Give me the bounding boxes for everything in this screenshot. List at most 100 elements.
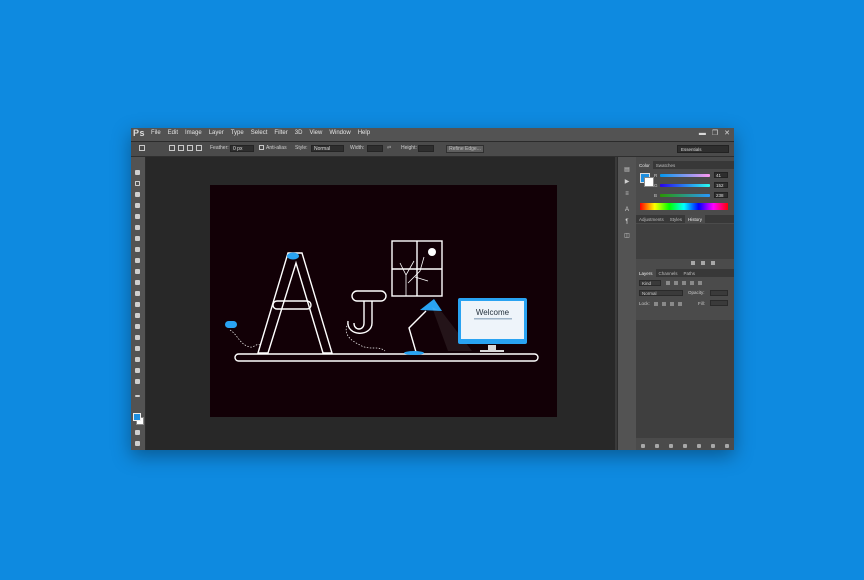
type-filter-icon[interactable] bbox=[682, 281, 686, 285]
b-value[interactable]: 238 bbox=[714, 192, 728, 198]
tab-paths[interactable]: Paths bbox=[681, 269, 699, 277]
lock-pixels-icon[interactable] bbox=[662, 302, 666, 306]
swap-dimensions-icon[interactable]: ⇄ bbox=[387, 145, 391, 151]
feather-input[interactable]: 0 px bbox=[230, 145, 254, 152]
healing-brush-tool-icon[interactable] bbox=[134, 235, 142, 242]
history-panel-icon[interactable]: ▤ bbox=[623, 167, 631, 174]
menu-layer[interactable]: Layer bbox=[209, 130, 224, 136]
lock-all-icon[interactable] bbox=[678, 302, 682, 306]
tab-styles[interactable]: Styles bbox=[667, 215, 685, 223]
refine-edge-button[interactable]: Refine Edge... bbox=[446, 145, 484, 153]
minimize-button[interactable]: ▬ bbox=[699, 130, 706, 138]
eyedropper-tool-icon[interactable] bbox=[134, 224, 142, 231]
camera-icon[interactable] bbox=[701, 261, 705, 265]
lock-transparent-icon[interactable] bbox=[654, 302, 658, 306]
crop-tool-icon[interactable] bbox=[134, 213, 142, 220]
menu-3d[interactable]: 3D bbox=[295, 130, 303, 136]
intersect-selection-icon[interactable] bbox=[196, 145, 202, 151]
canvas-area[interactable]: Welcome bbox=[146, 157, 615, 450]
marquee-tool-icon[interactable] bbox=[139, 145, 145, 151]
layer-style-icon[interactable] bbox=[655, 443, 659, 448]
blur-tool-icon[interactable] bbox=[134, 301, 142, 308]
b-slider[interactable] bbox=[660, 194, 710, 197]
menu-select[interactable]: Select bbox=[251, 130, 268, 136]
tab-swatches[interactable]: Swatches bbox=[653, 161, 679, 169]
quick-mask-icon[interactable] bbox=[134, 429, 142, 436]
trash-icon[interactable] bbox=[711, 261, 715, 265]
height-input[interactable] bbox=[418, 145, 434, 152]
lock-position-icon[interactable] bbox=[670, 302, 674, 306]
gradient-tool-icon[interactable] bbox=[134, 290, 142, 297]
move-tool-icon[interactable] bbox=[134, 169, 142, 176]
marquee-tool-icon[interactable] bbox=[134, 180, 142, 187]
layer-mask-icon[interactable] bbox=[669, 443, 673, 448]
add-selection-icon[interactable] bbox=[178, 145, 184, 151]
layers-list[interactable] bbox=[636, 320, 734, 438]
zoom-tool-icon[interactable] bbox=[134, 378, 142, 385]
opacity-input[interactable] bbox=[710, 290, 728, 296]
lasso-tool-icon[interactable] bbox=[134, 191, 142, 198]
g-slider[interactable] bbox=[660, 184, 710, 187]
document-canvas[interactable]: Welcome bbox=[210, 185, 557, 417]
fill-input[interactable] bbox=[710, 300, 728, 306]
type-tool-icon[interactable] bbox=[134, 334, 142, 341]
clone-stamp-tool-icon[interactable] bbox=[134, 257, 142, 264]
hand-tool-icon[interactable] bbox=[134, 367, 142, 374]
new-layer-icon[interactable] bbox=[711, 443, 715, 448]
adjustment-filter-icon[interactable] bbox=[674, 281, 678, 285]
snapshot-icon[interactable] bbox=[691, 261, 695, 265]
tab-adjustments[interactable]: Adjustments bbox=[636, 215, 667, 223]
menu-image[interactable]: Image bbox=[185, 130, 202, 136]
r-value[interactable]: 41 bbox=[714, 172, 728, 178]
tab-layers[interactable]: Layers bbox=[636, 269, 656, 277]
dodge-tool-icon[interactable] bbox=[134, 312, 142, 319]
subtract-selection-icon[interactable] bbox=[187, 145, 193, 151]
menu-filter[interactable]: Filter bbox=[274, 130, 287, 136]
tab-history[interactable]: History bbox=[685, 215, 706, 223]
eraser-tool-icon[interactable] bbox=[134, 279, 142, 286]
color-background-swatch[interactable] bbox=[644, 177, 654, 187]
delete-layer-icon[interactable] bbox=[725, 443, 729, 448]
brush-tool-icon[interactable] bbox=[134, 246, 142, 253]
paragraph-panel-icon[interactable]: ¶ bbox=[623, 219, 631, 226]
tab-color[interactable]: Color bbox=[636, 161, 653, 169]
more-tools-icon[interactable] bbox=[134, 392, 142, 399]
shape-tool-icon[interactable] bbox=[134, 356, 142, 363]
menu-help[interactable]: Help bbox=[358, 130, 370, 136]
menu-file[interactable]: File bbox=[151, 130, 161, 136]
screen-mode-icon[interactable] bbox=[134, 440, 142, 447]
menu-window[interactable]: Window bbox=[329, 130, 350, 136]
shape-filter-icon[interactable] bbox=[690, 281, 694, 285]
anti-alias-checkbox[interactable] bbox=[259, 145, 264, 150]
menu-type[interactable]: Type bbox=[231, 130, 244, 136]
menu-edit[interactable]: Edit bbox=[168, 130, 178, 136]
actions-panel-icon[interactable]: ▶ bbox=[623, 179, 631, 186]
quick-select-tool-icon[interactable] bbox=[134, 202, 142, 209]
group-icon[interactable] bbox=[697, 443, 701, 448]
foreground-color-swatch[interactable] bbox=[133, 413, 141, 421]
new-selection-icon[interactable] bbox=[169, 145, 175, 151]
blend-mode-select[interactable]: Normal bbox=[639, 290, 683, 296]
width-input[interactable] bbox=[367, 145, 383, 152]
link-layers-icon[interactable] bbox=[641, 443, 645, 448]
r-slider[interactable] bbox=[660, 174, 710, 177]
color-spectrum-ramp[interactable] bbox=[640, 203, 728, 210]
workspace-select[interactable]: Essentials bbox=[677, 145, 729, 153]
properties-panel-icon[interactable]: ≡ bbox=[623, 191, 631, 198]
layer-kind-filter[interactable]: Kind bbox=[639, 280, 661, 286]
character-panel-icon[interactable]: A bbox=[623, 207, 631, 214]
close-button[interactable]: ✕ bbox=[724, 130, 730, 138]
style-select[interactable]: Normal bbox=[311, 145, 344, 152]
tab-channels[interactable]: Channels bbox=[656, 269, 681, 277]
pixel-filter-icon[interactable] bbox=[666, 281, 670, 285]
g-value[interactable]: 152 bbox=[714, 182, 728, 188]
layer-comps-panel-icon[interactable]: ◫ bbox=[623, 233, 631, 240]
lamp-shade bbox=[420, 299, 442, 311]
history-brush-tool-icon[interactable] bbox=[134, 268, 142, 275]
adjustment-layer-icon[interactable] bbox=[683, 443, 687, 448]
menu-view[interactable]: View bbox=[309, 130, 322, 136]
path-selection-tool-icon[interactable] bbox=[134, 345, 142, 352]
restore-button[interactable]: ❐ bbox=[712, 130, 718, 138]
pen-tool-icon[interactable] bbox=[134, 323, 142, 330]
smart-object-filter-icon[interactable] bbox=[698, 281, 702, 285]
